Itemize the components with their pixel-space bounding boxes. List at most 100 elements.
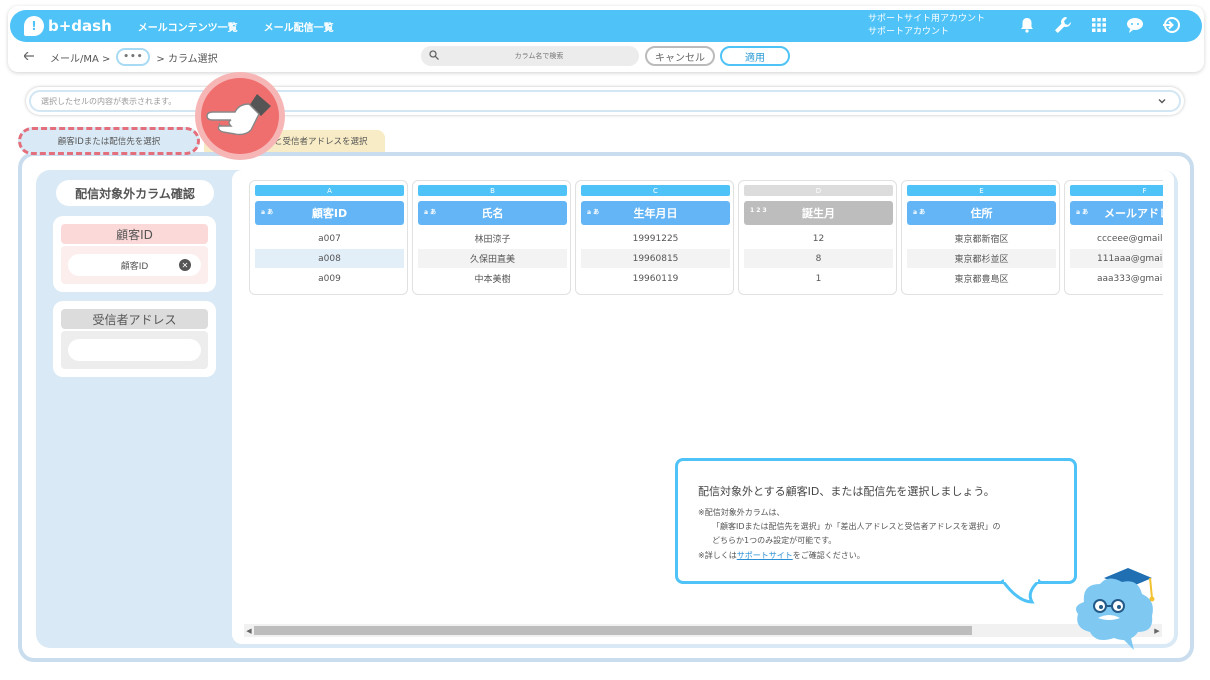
column-letter: D — [744, 185, 893, 196]
table-cell[interactable]: 12 — [744, 229, 893, 248]
column-name: メールアドレス — [1104, 207, 1163, 220]
breadcrumb-root[interactable]: メール/MA > — [50, 50, 110, 65]
customer-id-box: 顧客ID 顧客ID ✕ — [53, 216, 216, 292]
scroll-left-icon[interactable]: ◀ — [244, 624, 254, 637]
wrench-icon[interactable] — [1054, 16, 1072, 34]
cell-content-placeholder: 選択したセルの内容が表示されます。 — [41, 96, 177, 106]
column-name: 氏名 — [481, 207, 504, 220]
tab-customer-id-or-destination[interactable]: 顧客IDまたは配信先を選択 — [18, 127, 200, 155]
logout-icon[interactable] — [1162, 16, 1180, 34]
grid-icon[interactable] — [1090, 16, 1108, 34]
column-letter: E — [907, 185, 1056, 196]
bubble-tail — [1000, 578, 1041, 604]
column-card-b[interactable]: B a あ 氏名 林田涼子 久保田直美 中本美樹 — [412, 180, 571, 295]
account-name: サポートサイト用アカウント — [868, 14, 986, 24]
column-cards: A a あ 顧客ID a007 a008 a009 B a あ 氏名 林田涼子 久保… — [248, 180, 1163, 296]
column-search — [421, 46, 639, 66]
column-header[interactable]: a あ 生年月日 — [581, 201, 730, 225]
column-header[interactable]: 1 2 3 誕生月 — [744, 201, 893, 225]
guide-title: 配信対象外とする顧客ID、または配信先を選択しましょう。 — [698, 485, 995, 498]
column-name: 住所 — [970, 207, 993, 220]
search-icon — [429, 49, 439, 63]
text-type-icon: a あ — [913, 209, 926, 216]
table-cell[interactable]: 111aaa@gmail — [1070, 249, 1163, 268]
recipient-address-header: 受信者アドレス — [61, 309, 208, 329]
guide-note: ※配信対象外カラムは、 — [698, 508, 785, 517]
table-cell[interactable]: 久保田直美 — [418, 249, 567, 268]
breadcrumb-more-button[interactable]: ••• — [116, 48, 151, 66]
text-type-icon: a あ — [261, 209, 274, 216]
column-name: 誕生月 — [802, 207, 835, 220]
column-header[interactable]: a あ メールアドレス — [1070, 201, 1163, 225]
customer-id-chip[interactable]: 顧客ID ✕ — [68, 254, 201, 276]
column-name: 生年月日 — [633, 207, 678, 220]
column-card-a[interactable]: A a あ 顧客ID a007 a008 a009 — [249, 180, 408, 295]
column-card-d[interactable]: D 1 2 3 誕生月 12 8 1 — [738, 180, 897, 295]
cancel-button[interactable]: キャンセル — [645, 46, 715, 66]
bell-icon[interactable] — [1018, 16, 1036, 34]
guide-note-prefix: ※詳しくは — [698, 551, 737, 560]
page-root: ! b+dash メールコンテンツ一覧 メール配信一覧 サポートサイト用アカウン… — [0, 0, 1210, 680]
recipient-address-dropzone[interactable] — [61, 331, 208, 369]
nav-mail-delivery[interactable]: メール配信一覧 — [264, 19, 334, 34]
support-site-link[interactable]: サポートサイト — [737, 551, 793, 560]
logo-text: b+dash — [48, 17, 112, 35]
table-cell[interactable]: 東京都新宿区 — [907, 229, 1056, 248]
horizontal-scrollbar[interactable]: ◀ ▶ — [244, 624, 1162, 637]
table-cell[interactable]: 東京都杉並区 — [907, 249, 1056, 268]
logo-icon: ! — [24, 16, 44, 36]
column-letter: B — [418, 185, 567, 196]
recipient-address-box: 受信者アドレス — [53, 301, 216, 377]
chat-icon[interactable] — [1126, 16, 1144, 34]
guide-note: ※詳しくはサポートサイトをご確認ください。 — [698, 550, 865, 561]
table-cell[interactable]: 19991225 — [581, 229, 730, 248]
scrollbar-thumb[interactable] — [254, 626, 972, 635]
column-letter: F — [1070, 185, 1163, 196]
table-cell[interactable]: a007 — [255, 229, 404, 248]
column-letter: C — [581, 185, 730, 196]
table-cell[interactable]: 1 — [744, 269, 893, 288]
guide-note: 「顧客IDまたは配信先を選択」か「差出人アドレスと受信者アドレスを選択」の — [712, 522, 1001, 531]
column-card-e[interactable]: E a あ 住所 東京都新宿区 東京都杉並区 東京都豊島区 — [901, 180, 1060, 295]
table-cell[interactable]: 林田涼子 — [418, 229, 567, 248]
mascot-cloud-icon — [1076, 568, 1155, 650]
apply-button[interactable]: 適用 — [720, 46, 790, 66]
back-arrow-icon[interactable] — [23, 51, 38, 63]
text-type-icon: a あ — [424, 209, 437, 216]
table-cell[interactable]: 東京都豊島区 — [907, 269, 1056, 288]
recipient-address-slot[interactable] — [68, 339, 201, 361]
column-card-f[interactable]: F a あ メールアドレス ccceee@gmail 111aaa@gmail a… — [1064, 180, 1163, 295]
column-header[interactable]: a あ 顧客ID — [255, 201, 404, 225]
guide-note: どちらか1つのみ設定が可能です。 — [712, 536, 837, 545]
logo[interactable]: ! b+dash — [24, 16, 112, 36]
column-search-input[interactable] — [439, 52, 639, 60]
excluded-columns-title: 配信対象外カラム確認 — [56, 180, 214, 206]
customer-id-dropzone[interactable]: 顧客ID ✕ — [61, 246, 208, 284]
guide-note-suffix: をご確認ください。 — [792, 551, 865, 560]
tutorial-pointer — [195, 72, 285, 160]
account-info[interactable]: サポートサイト用アカウント サポートアカウント — [868, 13, 985, 39]
guide-bubble: 配信対象外とする顧客ID、または配信先を選択しましょう。 ※配信対象外カラムは、… — [675, 458, 1077, 584]
table-cell[interactable]: a009 — [255, 269, 404, 288]
chevron-down-icon[interactable] — [1157, 96, 1167, 108]
breadcrumb-current: > カラム選択 — [156, 53, 218, 65]
table-cell[interactable]: 19960815 — [581, 249, 730, 268]
table-cell[interactable]: 8 — [744, 249, 893, 268]
table-cell[interactable]: aaa333@gmail — [1070, 269, 1163, 288]
pointing-hand-icon — [206, 94, 271, 136]
customer-id-chip-label: 顧客ID — [120, 261, 149, 272]
header-icons — [1018, 16, 1180, 34]
account-sub: サポートアカウント — [868, 27, 950, 37]
nav-mail-contents[interactable]: メールコンテンツ一覧 — [138, 19, 238, 34]
text-type-icon: a あ — [587, 209, 600, 216]
column-header[interactable]: a あ 住所 — [907, 201, 1056, 225]
column-card-c[interactable]: C a あ 生年月日 19991225 19960815 19960119 — [575, 180, 734, 295]
table-cell[interactable]: 中本美樹 — [418, 269, 567, 288]
remove-chip-icon[interactable]: ✕ — [179, 259, 191, 271]
column-header[interactable]: a あ 氏名 — [418, 201, 567, 225]
table-cell[interactable]: ccceee@gmail — [1070, 229, 1163, 248]
table-cell[interactable]: 19960119 — [581, 269, 730, 288]
top-nav-bar: ! b+dash メールコンテンツ一覧 メール配信一覧 サポートサイト用アカウン… — [10, 10, 1202, 42]
table-cell[interactable]: a008 — [255, 249, 404, 268]
column-name: 顧客ID — [311, 207, 348, 220]
